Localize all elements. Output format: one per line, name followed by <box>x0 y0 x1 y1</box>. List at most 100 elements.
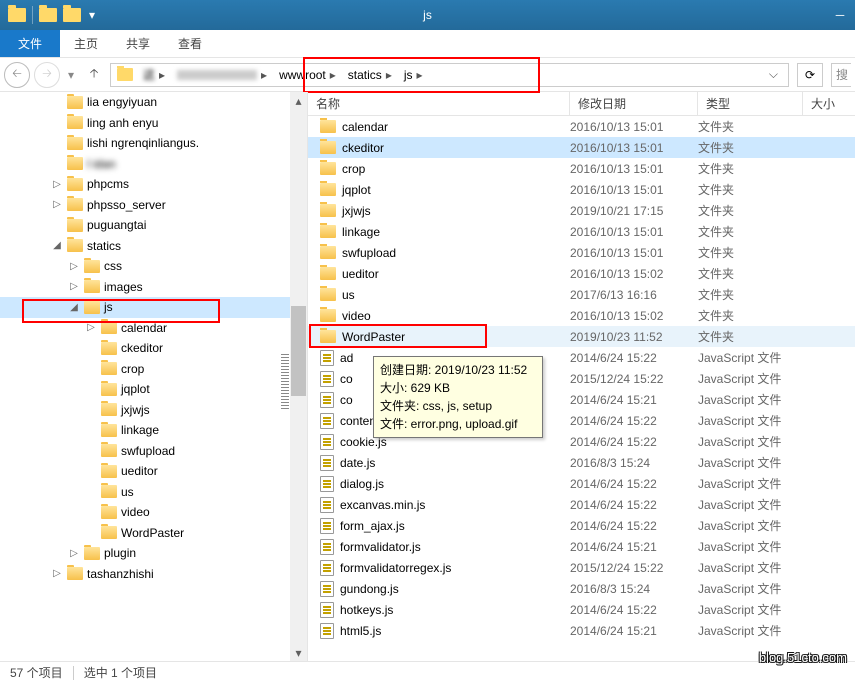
tree-item[interactable]: ◢statics <box>0 236 307 257</box>
tree-item[interactable]: ▷css <box>0 256 307 277</box>
file-row[interactable]: ckeditor2016/10/13 15:01文件夹 <box>308 137 855 158</box>
col-date[interactable]: 修改日期 <box>570 92 698 115</box>
tree-item[interactable]: jxjwjs <box>0 400 307 421</box>
folder-icon <box>320 183 336 196</box>
tree-item[interactable]: lishi ngrenqinliangus. <box>0 133 307 154</box>
crumb-statics[interactable]: statics▸ <box>342 64 398 86</box>
expander-icon[interactable]: ▷ <box>68 548 80 559</box>
tree-item[interactable]: l idan <box>0 154 307 175</box>
tree-item[interactable]: ◢js <box>0 297 307 318</box>
file-row[interactable]: dialog.js2014/6/24 15:22JavaScript 文件 <box>308 473 855 494</box>
tree-item[interactable]: ▷ tashanzhishi <box>0 564 307 585</box>
expander-icon[interactable]: ▷ <box>51 199 63 210</box>
crumb-root[interactable]: 这▸ <box>137 64 171 86</box>
tree-item[interactable]: ▷images <box>0 277 307 298</box>
tab-home[interactable]: 主页 <box>60 30 112 57</box>
address-bar[interactable]: 这▸ ▸ wwwroot▸ statics▸ js▸ ⌵ <box>110 63 789 87</box>
col-name[interactable]: 名称 <box>308 92 570 115</box>
refresh-button[interactable]: ⟳ <box>797 63 823 87</box>
file-tab[interactable]: 文件 <box>0 30 60 57</box>
file-row[interactable]: crop2016/10/13 15:01文件夹 <box>308 158 855 179</box>
tab-view[interactable]: 查看 <box>164 30 216 57</box>
file-row[interactable]: jxjwjs2019/10/21 17:15文件夹 <box>308 200 855 221</box>
folder-icon <box>101 526 117 539</box>
file-name: crop <box>342 162 365 176</box>
tree-item[interactable]: ling anh enyu <box>0 113 307 134</box>
tree-item[interactable]: ▷plugin <box>0 543 307 564</box>
search-input[interactable]: 搜 <box>831 63 851 87</box>
file-name: date.js <box>340 456 375 470</box>
tree-item[interactable]: us <box>0 482 307 503</box>
file-row[interactable]: ueditor2016/10/13 15:02文件夹 <box>308 263 855 284</box>
expander-icon[interactable]: ◢ <box>51 240 63 251</box>
file-row[interactable]: WordPaster2019/10/23 11:52文件夹 <box>308 326 855 347</box>
file-row[interactable]: hotkeys.js2014/6/24 15:22JavaScript 文件 <box>308 599 855 620</box>
expander-icon[interactable]: ◢ <box>68 302 80 313</box>
back-button[interactable]: 🡠 <box>4 62 30 88</box>
file-type: 文件夹 <box>698 328 803 345</box>
file-name: co <box>340 372 353 386</box>
resize-handle[interactable] <box>281 354 289 410</box>
file-row[interactable]: formvalidator.js2014/6/24 15:21JavaScrip… <box>308 536 855 557</box>
folder-icon <box>320 120 336 133</box>
tree-item[interactable]: ▷phpcms <box>0 174 307 195</box>
expander-icon[interactable]: ▷ <box>68 261 80 272</box>
file-row[interactable]: jqplot2016/10/13 15:01文件夹 <box>308 179 855 200</box>
col-size[interactable]: 大小 <box>803 92 843 115</box>
tree-item[interactable]: crop <box>0 359 307 380</box>
file-row[interactable]: html5.js2014/6/24 15:21JavaScript 文件 <box>308 620 855 641</box>
up-button[interactable]: 🡡 <box>82 63 106 87</box>
scroll-up-icon[interactable]: ▴ <box>290 92 307 109</box>
file-type: 文件夹 <box>698 202 803 219</box>
tree-item[interactable]: puguangtai <box>0 215 307 236</box>
crumb-js[interactable]: js▸ <box>398 64 429 86</box>
expander-icon[interactable]: ▷ <box>51 568 63 579</box>
qat-icon-2[interactable] <box>63 8 81 22</box>
column-header[interactable]: 名称 修改日期 类型 大小 <box>308 92 855 116</box>
file-name: ad <box>340 351 353 365</box>
crumb-wwwroot[interactable]: wwwroot▸ <box>273 64 342 86</box>
file-row[interactable]: calendar2016/10/13 15:01文件夹 <box>308 116 855 137</box>
tree-item[interactable]: ckeditor <box>0 338 307 359</box>
tab-share[interactable]: 共享 <box>112 30 164 57</box>
file-row[interactable]: video2016/10/13 15:02文件夹 <box>308 305 855 326</box>
file-row[interactable]: formvalidatorregex.js2015/12/24 15:22Jav… <box>308 557 855 578</box>
tree-item[interactable]: video <box>0 502 307 523</box>
file-type: 文件夹 <box>698 286 803 303</box>
qat-dropdown-icon[interactable]: ▾ <box>89 8 95 22</box>
file-row[interactable]: form_ajax.js2014/6/24 15:22JavaScript 文件 <box>308 515 855 536</box>
tree-item-label: tashanzhishi <box>87 567 154 581</box>
tree-item[interactable]: ▷calendar <box>0 318 307 339</box>
tree-item-label: crop <box>121 362 144 376</box>
tree-item[interactable]: ueditor <box>0 461 307 482</box>
file-row[interactable]: linkage2016/10/13 15:01文件夹 <box>308 221 855 242</box>
file-row[interactable]: gundong.js2016/8/3 15:24JavaScript 文件 <box>308 578 855 599</box>
qat-icon-1[interactable] <box>39 8 57 22</box>
tree-item[interactable]: WordPaster <box>0 523 307 544</box>
address-dropdown-icon[interactable]: ⌵ <box>761 67 786 82</box>
nav-tree[interactable]: lia engyiyuan ling anh enyu lishi ngrenq… <box>0 92 307 661</box>
tree-item[interactable]: linkage <box>0 420 307 441</box>
tree-item[interactable]: ▷phpsso_server <box>0 195 307 216</box>
expander-icon[interactable]: ▷ <box>85 322 97 333</box>
tree-item-label: jxjwjs <box>121 403 150 417</box>
file-row[interactable]: swfupload2016/10/13 15:01文件夹 <box>308 242 855 263</box>
expander-icon[interactable]: ▷ <box>51 179 63 190</box>
minimize-button[interactable]: ─ <box>825 3 855 27</box>
scroll-thumb[interactable] <box>291 306 306 396</box>
scroll-down-icon[interactable]: ▾ <box>290 644 307 661</box>
tree-item[interactable]: swfupload <box>0 441 307 462</box>
tree-item[interactable]: jqplot <box>0 379 307 400</box>
file-icon <box>320 623 334 639</box>
file-type: JavaScript 文件 <box>698 580 803 597</box>
file-row[interactable]: us2017/6/13 16:16文件夹 <box>308 284 855 305</box>
tree-item[interactable]: lia engyiyuan <box>0 92 307 113</box>
tree-scrollbar[interactable]: ▴ ▾ <box>290 92 307 661</box>
crumb-hidden[interactable]: ▸ <box>171 64 273 86</box>
file-type: JavaScript 文件 <box>698 412 803 429</box>
expander-icon[interactable]: ▷ <box>68 281 80 292</box>
history-dropdown[interactable]: ▾ <box>64 68 78 82</box>
col-type[interactable]: 类型 <box>698 92 803 115</box>
file-row[interactable]: date.js2016/8/3 15:24JavaScript 文件 <box>308 452 855 473</box>
file-row[interactable]: excanvas.min.js2014/6/24 15:22JavaScript… <box>308 494 855 515</box>
